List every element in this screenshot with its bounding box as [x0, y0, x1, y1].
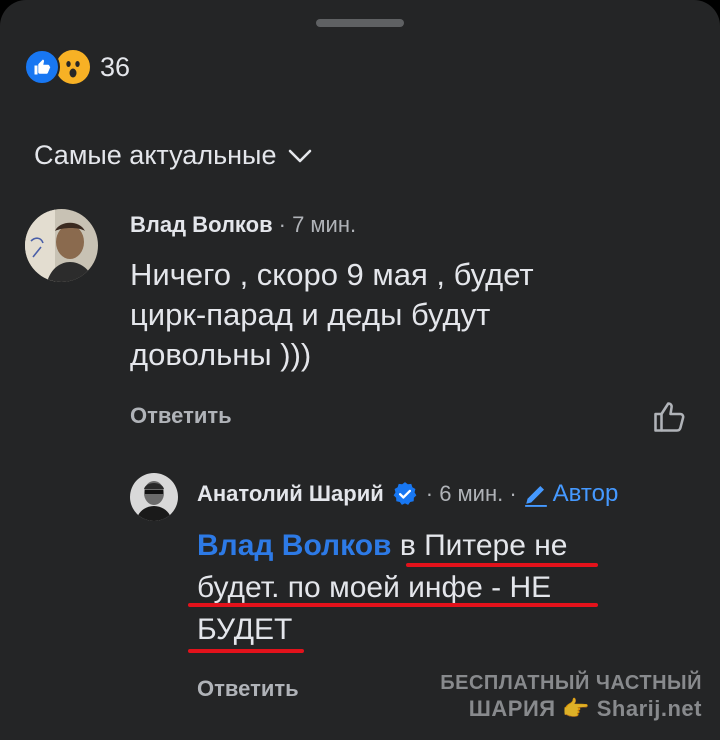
- comment-header: Влад Волков · 7 мин.: [130, 212, 356, 238]
- comment-time: · 7 мин.: [278, 212, 357, 237]
- drag-handle[interactable]: [316, 19, 404, 27]
- reply-time: · 6 мин. ·: [425, 481, 517, 506]
- mention-link[interactable]: Влад Волков: [197, 529, 391, 562]
- watermark: БЕСПЛАТНЫЙ ЧАСТНЫЙ ШАРИЯ 👉 Sharij.net: [440, 670, 702, 722]
- sort-label: Самые актуальные: [34, 140, 277, 170]
- highlight-underline: [188, 603, 598, 607]
- reply-author[interactable]: Анатолий Шарий: [197, 481, 384, 507]
- comment-text: Ничего , скоро 9 мая , будет цирк-парад …: [130, 257, 534, 372]
- highlight-underline: [406, 563, 598, 567]
- reaction-count: 36: [100, 51, 131, 82]
- avatar[interactable]: [25, 209, 98, 282]
- reply-header: Анатолий Шарий · 6 мин. · Автор: [197, 480, 618, 508]
- chevron-down-icon: [289, 149, 312, 162]
- pencil-icon: [524, 485, 547, 507]
- comment-author[interactable]: Влад Волков: [130, 212, 273, 238]
- reply-text-part-3: БУДЕТ: [197, 613, 293, 646]
- comments-sheet: 36 Самые актуальные Влад Волков · 7 мин.…: [0, 0, 720, 740]
- reply-button[interactable]: Ответить: [130, 403, 232, 429]
- watermark-site: Sharij.net: [596, 696, 702, 721]
- reply-text: Влад Волков в Питере не будет. по моей и…: [197, 525, 617, 651]
- reactions-summary[interactable]: 36: [24, 48, 130, 86]
- watermark-line1: БЕСПЛАТНЫЙ ЧАСТНЫЙ: [440, 672, 702, 694]
- verified-badge-icon: [392, 481, 418, 507]
- like-icon[interactable]: [651, 399, 687, 440]
- author-badge-label: Автор: [552, 480, 619, 507]
- author-avatar[interactable]: [130, 473, 178, 521]
- like-reaction-icon: [24, 49, 60, 85]
- author-badge: Автор: [523, 480, 619, 508]
- sort-dropdown[interactable]: Самые актуальные: [34, 140, 312, 171]
- pointing-hand-icon: 👉: [562, 696, 591, 721]
- highlight-underline: [188, 649, 304, 653]
- reply-text-part-2: будет. по моей инфе - НЕ: [197, 571, 552, 604]
- reply-text-part-1: в Питере не: [399, 529, 568, 562]
- reply-button[interactable]: Ответить: [197, 676, 299, 702]
- watermark-line2: ШАРИЯ: [468, 696, 556, 721]
